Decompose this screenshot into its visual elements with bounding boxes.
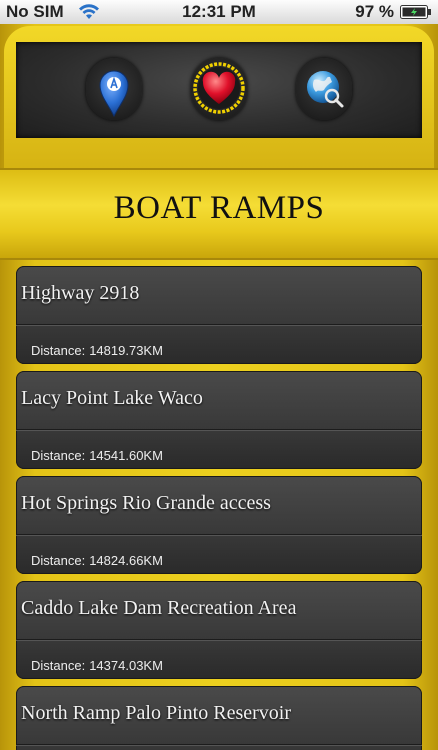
distance-label: Distance:: [31, 343, 86, 358]
row-divider: [16, 534, 422, 535]
battery-percent: 97 %: [355, 2, 394, 21]
map-button[interactable]: [86, 54, 142, 124]
list-item[interactable]: Highway 2918 Distance: 14819.73KM: [16, 266, 422, 364]
globe-search-button[interactable]: [296, 54, 352, 124]
distance-value: 14374.03KM: [89, 658, 163, 673]
row-divider: [16, 324, 422, 325]
list-item-distance: Distance: 14824.66KM: [31, 553, 163, 568]
section-header: BOAT RAMPS: [0, 168, 438, 260]
page-title: BOAT RAMPS: [113, 190, 325, 226]
list-item-title: Caddo Lake Dam Recreation Area: [21, 597, 297, 619]
list-item-title: Lacy Point Lake Waco: [21, 387, 203, 409]
list-item-distance: Distance: 14541.60KM: [31, 448, 163, 463]
list-item-title: Hot Springs Rio Grande access: [21, 492, 271, 514]
boat-ramp-list[interactable]: Highway 2918 Distance: 14819.73KM Lacy Po…: [16, 266, 422, 750]
map-pin-icon: [99, 70, 129, 118]
distance-value: 14819.73KM: [89, 343, 163, 358]
battery-icon: [400, 5, 431, 19]
distance-label: Distance:: [31, 448, 86, 463]
row-divider: [16, 744, 422, 745]
list-item-distance: Distance: 14374.03KM: [31, 658, 163, 673]
list-item[interactable]: Caddo Lake Dam Recreation Area Distance:…: [16, 581, 422, 679]
distance-value: 14541.60KM: [89, 448, 163, 463]
heart-icon: [193, 62, 245, 114]
list-item[interactable]: Hot Springs Rio Grande access Distance: 1…: [16, 476, 422, 574]
list-item-title: Highway 2918: [21, 282, 140, 304]
row-divider: [16, 639, 422, 640]
status-bar: No SIM 12:31 PM 97 %: [0, 0, 438, 25]
distance-label: Distance:: [31, 553, 86, 568]
favorites-button[interactable]: [191, 54, 247, 124]
distance-label: Distance:: [31, 658, 86, 673]
top-toolbar: [16, 42, 422, 138]
list-item[interactable]: Lacy Point Lake Waco Distance: 14541.60KM: [16, 371, 422, 469]
globe-search-icon: [307, 71, 344, 108]
list-item[interactable]: North Ramp Palo Pinto Reservoir: [16, 686, 422, 750]
row-divider: [16, 429, 422, 430]
list-item-distance: Distance: 14819.73KM: [31, 343, 163, 358]
distance-value: 14824.66KM: [89, 553, 163, 568]
list-item-title: North Ramp Palo Pinto Reservoir: [21, 702, 291, 724]
